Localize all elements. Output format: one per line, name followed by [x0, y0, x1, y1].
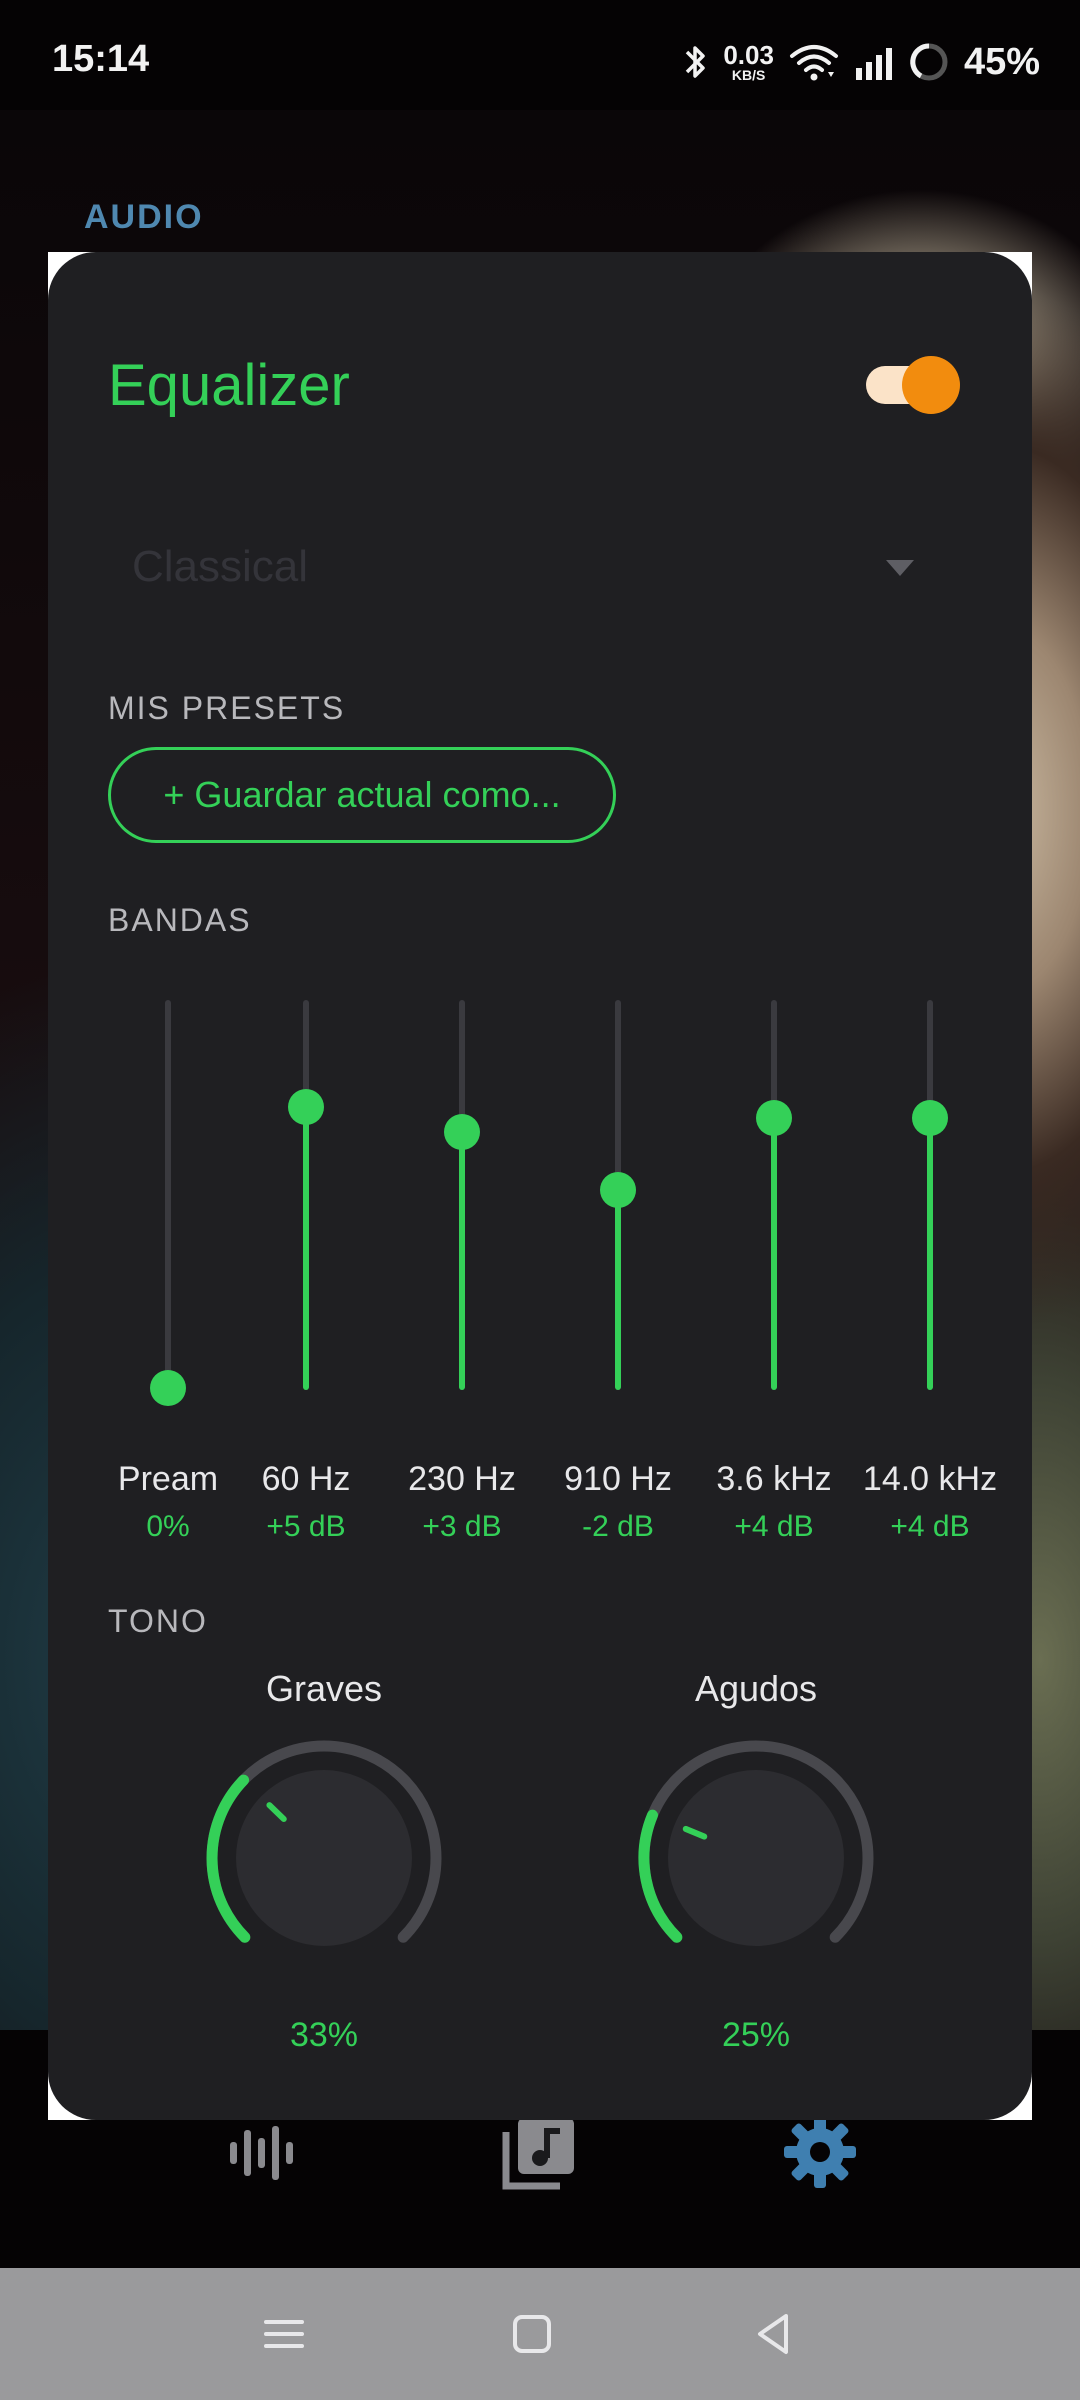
band-slider[interactable]: 910 Hz -2 dB [548, 1000, 688, 1560]
band-gain-value: +4 dB [734, 1510, 814, 1543]
band-thumb[interactable] [912, 1100, 948, 1136]
band-thumb[interactable] [756, 1100, 792, 1136]
band-slider[interactable]: 3.6 kHz +4 dB [704, 1000, 844, 1560]
knob-body [236, 1770, 412, 1946]
equalizer-title: Equalizer [108, 353, 350, 418]
network-speed: 0.03 KB/S [723, 40, 774, 83]
band-fill [771, 1118, 777, 1390]
status-bar: 15:14 0.03 KB/S 45% [0, 0, 1080, 120]
band-gain-value: +3 dB [422, 1510, 502, 1543]
band-fill [459, 1132, 465, 1390]
band-frequency-label: Pream [117, 1460, 219, 1498]
band-fill [303, 1107, 309, 1390]
equalizer-toggle-thumb[interactable] [902, 356, 960, 414]
tone-knob-control: Graves 33% [174, 1668, 474, 2054]
status-icons: 0.03 KB/S 45% [683, 36, 1040, 88]
status-time: 15:14 [52, 38, 150, 80]
battery-ring-icon [910, 43, 948, 81]
tone-knob-control: Agudos 25% [606, 1668, 906, 2054]
band-frequency-label: 3.6 kHz [716, 1460, 832, 1498]
waveform-icon[interactable] [220, 2112, 300, 2192]
bands-label: BANDAS [108, 902, 252, 938]
settings-gear-icon[interactable] [780, 2112, 860, 2192]
band-thumb[interactable] [600, 1172, 636, 1208]
menu-icon[interactable] [258, 2308, 310, 2360]
band-frequency-label: 14.0 kHz [862, 1460, 998, 1498]
band-frequency-label: 60 Hz [261, 1460, 351, 1498]
music-library-icon[interactable] [500, 2112, 580, 2192]
band-fill [615, 1190, 621, 1390]
battery-percent: 45% [963, 40, 1040, 83]
tone-knob-label: Graves [265, 1668, 383, 1709]
band-slider[interactable]: 230 Hz +3 dB [392, 1000, 532, 1560]
band-gain-value: +4 dB [890, 1510, 970, 1543]
band-slider[interactable]: Pream 0% [98, 1000, 238, 1560]
band-slider[interactable]: 60 Hz +5 dB [236, 1000, 376, 1560]
band-gain-value: +5 dB [266, 1510, 346, 1543]
preset-selected-value: Classical [132, 542, 309, 591]
back-icon[interactable] [748, 2308, 800, 2360]
band-frequency-label: 910 Hz [564, 1460, 672, 1498]
system-navigation-bar [0, 2268, 1080, 2400]
tone-knob-value: 33% [289, 2016, 359, 2054]
band-slider[interactable]: 14.0 kHz +4 dB [860, 1000, 1000, 1560]
home-icon[interactable] [506, 2308, 558, 2360]
band-gain-value: 0% [146, 1510, 190, 1543]
rotary-knob[interactable] [204, 1738, 444, 1978]
bluetooth-icon [686, 46, 706, 78]
preset-dropdown[interactable]: Classical [108, 528, 928, 608]
band-thumb[interactable] [288, 1089, 324, 1126]
signal-icon [855, 48, 892, 80]
dropdown-arrow-icon [886, 560, 914, 576]
band-frequency-label: 230 Hz [408, 1460, 516, 1498]
tone-knob-value: 25% [721, 2016, 791, 2054]
band-fill [927, 1118, 933, 1390]
band-gain-value: -2 dB [582, 1510, 654, 1543]
rotary-knob[interactable] [636, 1738, 876, 1978]
band-thumb[interactable] [444, 1114, 480, 1151]
wifi-icon [789, 45, 838, 81]
band-track[interactable] [165, 1000, 171, 1390]
my-presets-label: MIS PRESETS [108, 690, 346, 726]
band-thumb[interactable] [150, 1370, 186, 1406]
knob-body [668, 1770, 844, 1946]
tone-label: TONO [108, 1603, 208, 1639]
tone-knob-label: Agudos [694, 1668, 818, 1709]
section-header-audio: AUDIO [84, 198, 204, 236]
save-preset-button[interactable]: + Guardar actual como... [108, 747, 616, 843]
